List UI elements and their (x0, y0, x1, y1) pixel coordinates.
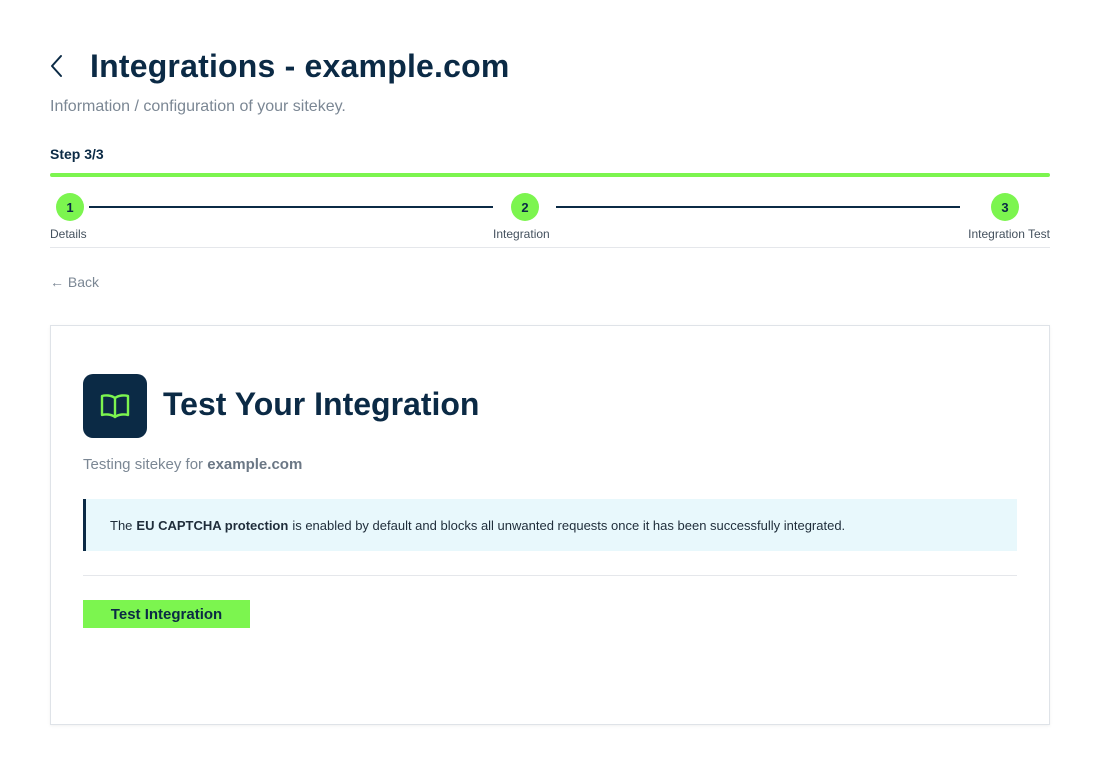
notice-text-bold: EU CAPTCHA protection (136, 517, 289, 533)
page-subtitle: Information / configuration of your site… (50, 98, 346, 115)
progress-bar (50, 173, 1050, 177)
back-link[interactable]: ← Back (50, 274, 99, 290)
info-notice: The EU CAPTCHA protection is enabled by … (83, 499, 1017, 551)
stepper: 1 Details 2 Integration 3 Integration Te… (50, 193, 1050, 248)
back-chevron-icon[interactable] (50, 46, 80, 86)
step-1-label: Details (50, 227, 87, 241)
stepper-line-1-2 (89, 206, 493, 208)
card-subtitle: Testing sitekey for example.com (83, 456, 302, 473)
page: Integrations - example.com Information /… (0, 0, 1100, 773)
step-2-circle[interactable]: 2 (511, 193, 539, 221)
test-integration-button[interactable]: Test Integration (83, 600, 250, 628)
progress-fill (50, 173, 1050, 177)
card-subtitle-domain: example.com (207, 456, 303, 473)
card-title: Test Your Integration (163, 386, 480, 422)
step-label: Step 3/3 (50, 146, 104, 162)
notice-text-before: The (110, 517, 133, 533)
step-2-label: Integration (493, 227, 550, 241)
stepper-line-2-3 (556, 206, 960, 208)
step-1-circle[interactable]: 1 (56, 193, 84, 221)
notice-text-after: is enabled by default and blocks all unw… (292, 517, 846, 533)
test-integration-card: Test Your Integration Testing sitekey fo… (50, 325, 1050, 725)
header: Integrations - example.com (50, 46, 510, 86)
divider (83, 575, 1017, 576)
page-title: Integrations - example.com (90, 47, 510, 84)
book-open-icon (83, 374, 147, 438)
step-3-label: Integration Test (968, 227, 1050, 241)
step-3-circle[interactable]: 3 (991, 193, 1019, 221)
card-subtitle-prefix: Testing sitekey for (83, 456, 204, 473)
